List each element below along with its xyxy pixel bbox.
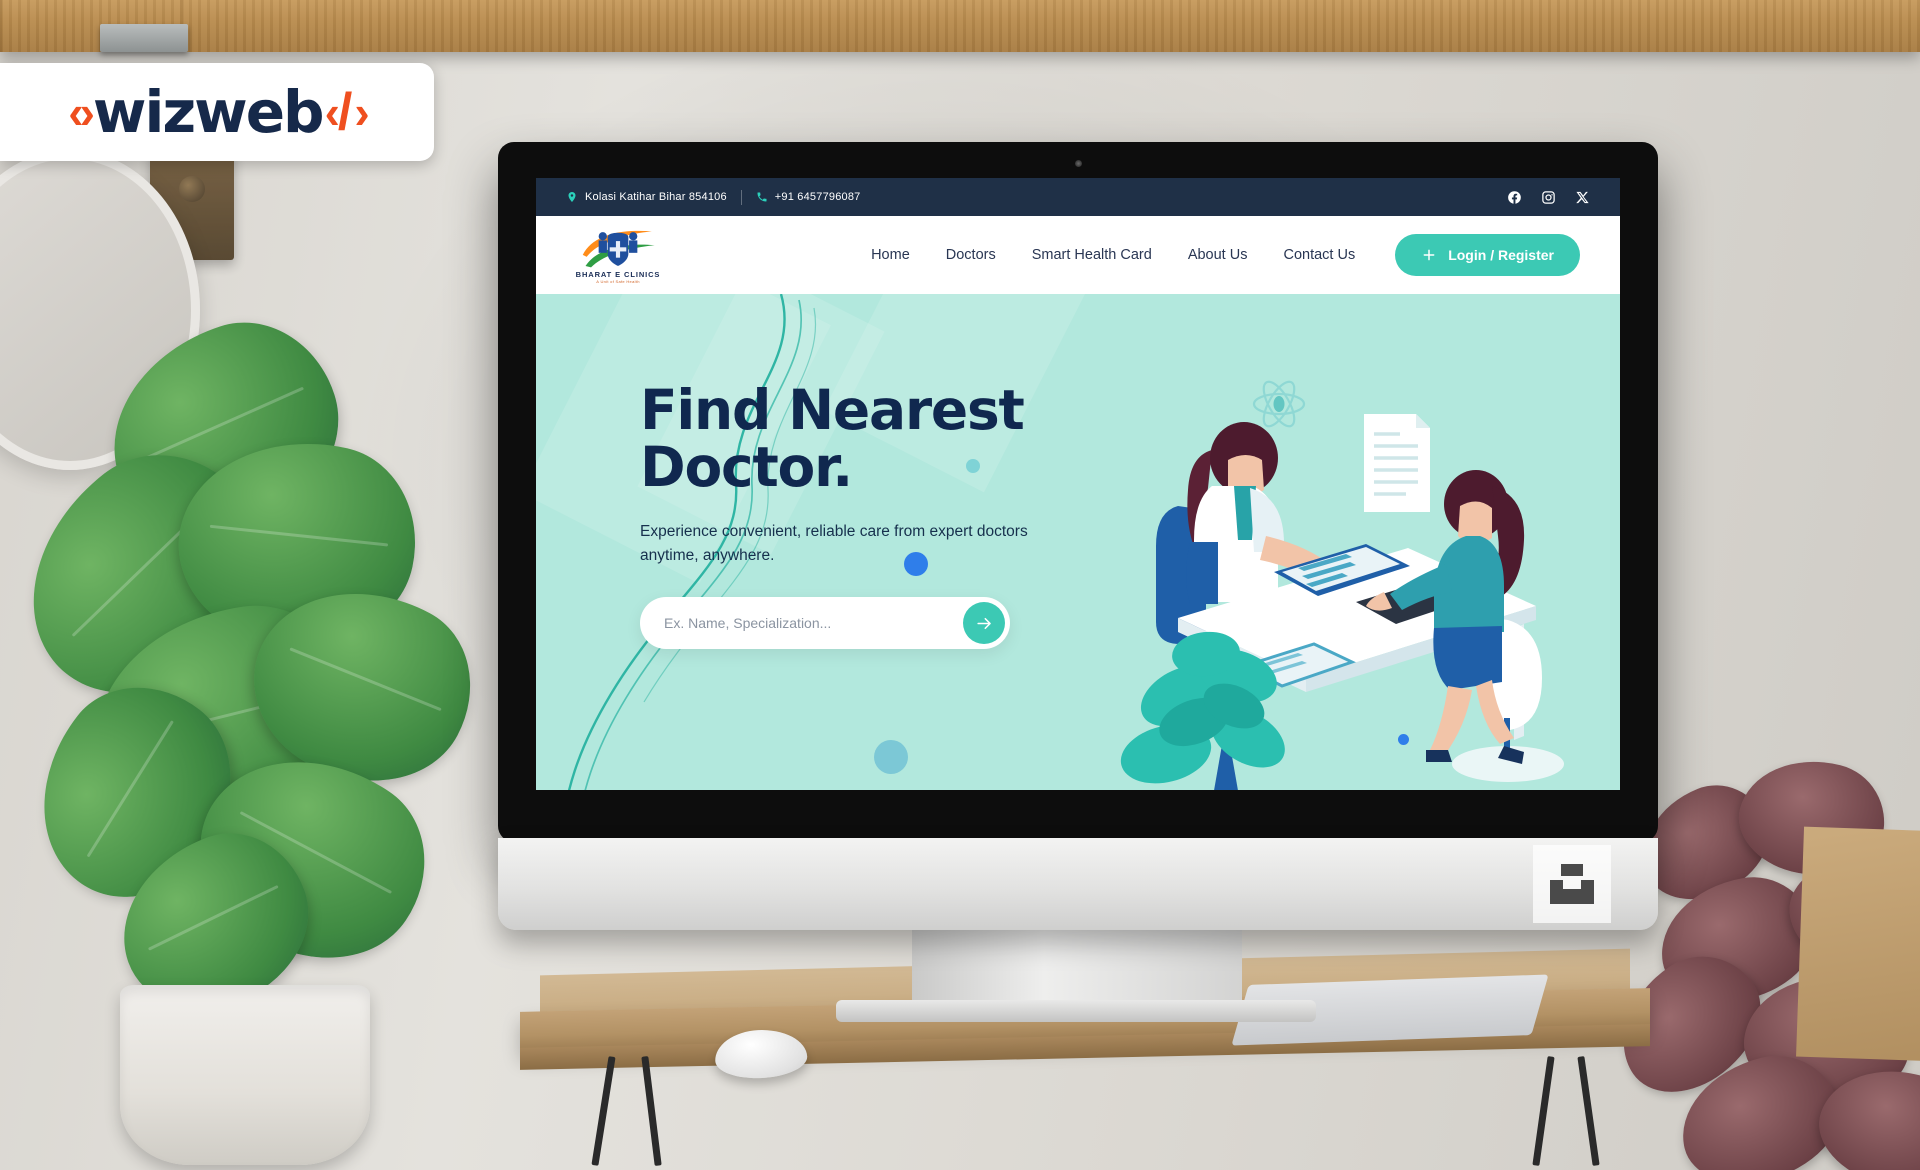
doctor-search-bar (640, 597, 1010, 650)
unsplash-watermark (1533, 845, 1611, 923)
hero-content: Find Nearest Doctor. Experience convenie… (536, 294, 1096, 650)
monitor-chin (498, 838, 1658, 930)
unsplash-logo-icon (1550, 864, 1594, 904)
instagram-icon[interactable] (1541, 190, 1556, 205)
shelf-wood-grain (0, 0, 1920, 52)
shelf-bracket (100, 24, 188, 52)
arrow-right-icon (976, 617, 991, 629)
brand-logo[interactable]: BHARAT E CLINICS A Unit of Safe Health (570, 227, 666, 284)
monitor-stand-base (836, 1000, 1316, 1022)
bharat-e-clinics-logo-icon (580, 227, 656, 269)
phone-icon (757, 192, 767, 202)
website-viewport: Kolasi Katihar Bihar 854106 +91 64577960… (536, 178, 1620, 790)
doctor-search-input[interactable] (664, 615, 963, 632)
wizweb-end-chevron-icon: › (354, 86, 369, 138)
x-twitter-icon[interactable] (1575, 190, 1590, 205)
topbar-phone[interactable]: +91 6457796087 (756, 191, 861, 203)
hero-title-line2: Doctor. (640, 434, 853, 499)
wizweb-left-chevrons-icon: ‹› (68, 86, 95, 138)
brand-tagline: A Unit of Safe Health (596, 278, 640, 284)
facebook-icon[interactable] (1507, 190, 1522, 205)
desktop-monitor: Kolasi Katihar Bihar 854106 +91 64577960… (498, 142, 1658, 842)
nav-item-home[interactable]: Home (871, 247, 910, 263)
plant-pot-left (120, 985, 370, 1165)
login-register-button[interactable]: Login / Register (1395, 234, 1580, 276)
nav-item-about-us[interactable]: About Us (1188, 247, 1248, 263)
nav-links: Home Doctors Smart Health Card About Us … (871, 247, 1355, 263)
site-topbar: Kolasi Katihar Bihar 854106 +91 64577960… (536, 178, 1620, 216)
nav-item-doctors[interactable]: Doctors (946, 247, 996, 263)
hero-section: Find Nearest Doctor. Experience convenie… (536, 294, 1620, 790)
document-icon (1364, 414, 1430, 512)
brand-name: BHARAT E CLINICS (575, 269, 661, 279)
hero-title-line1: Find Nearest (640, 378, 1025, 442)
topbar-phone-text: +91 6457796087 (774, 191, 861, 203)
wizweb-wordmark: wizweb (92, 78, 325, 146)
hero-title: Find Nearest Doctor. (640, 382, 1096, 495)
site-navbar: BHARAT E CLINICS A Unit of Safe Health H… (536, 216, 1620, 294)
nav-item-contact-us[interactable]: Contact Us (1283, 247, 1355, 263)
login-register-label: Login / Register (1448, 247, 1554, 263)
topbar-location-text: Kolasi Katihar Bihar 854106 (585, 191, 727, 203)
topbar-location[interactable]: Kolasi Katihar Bihar 854106 (566, 191, 727, 203)
hero-subtitle: Experience convenient, reliable care fro… (640, 523, 1028, 564)
wizweb-slash-icon: / (337, 83, 353, 141)
atom-icon (1252, 380, 1306, 428)
location-pin-icon (568, 192, 576, 202)
topbar-divider (740, 189, 742, 205)
doctor-search-submit-button[interactable] (963, 602, 1005, 645)
wizweb-logo-badge: ‹› wizweb ‹ / › (0, 63, 434, 161)
monitor-stand-neck (912, 928, 1242, 1006)
webcam-icon (1074, 160, 1082, 167)
plus-icon (1423, 249, 1435, 261)
wizweb-right-chevron-icon: ‹ (324, 86, 340, 138)
topbar-contact-group: Kolasi Katihar Bihar 854106 +91 64577960… (566, 189, 861, 205)
deco-dot (874, 740, 908, 774)
nav-item-smart-health-card[interactable]: Smart Health Card (1032, 247, 1152, 263)
topbar-social-links (1507, 190, 1590, 205)
hero-illustration-doctor-patient (1120, 380, 1564, 790)
photo-scene: Kolasi Katihar Bihar 854106 +91 64577960… (0, 0, 1920, 1170)
cardboard-box (1796, 826, 1920, 1064)
wooden-shelf (0, 0, 1920, 52)
